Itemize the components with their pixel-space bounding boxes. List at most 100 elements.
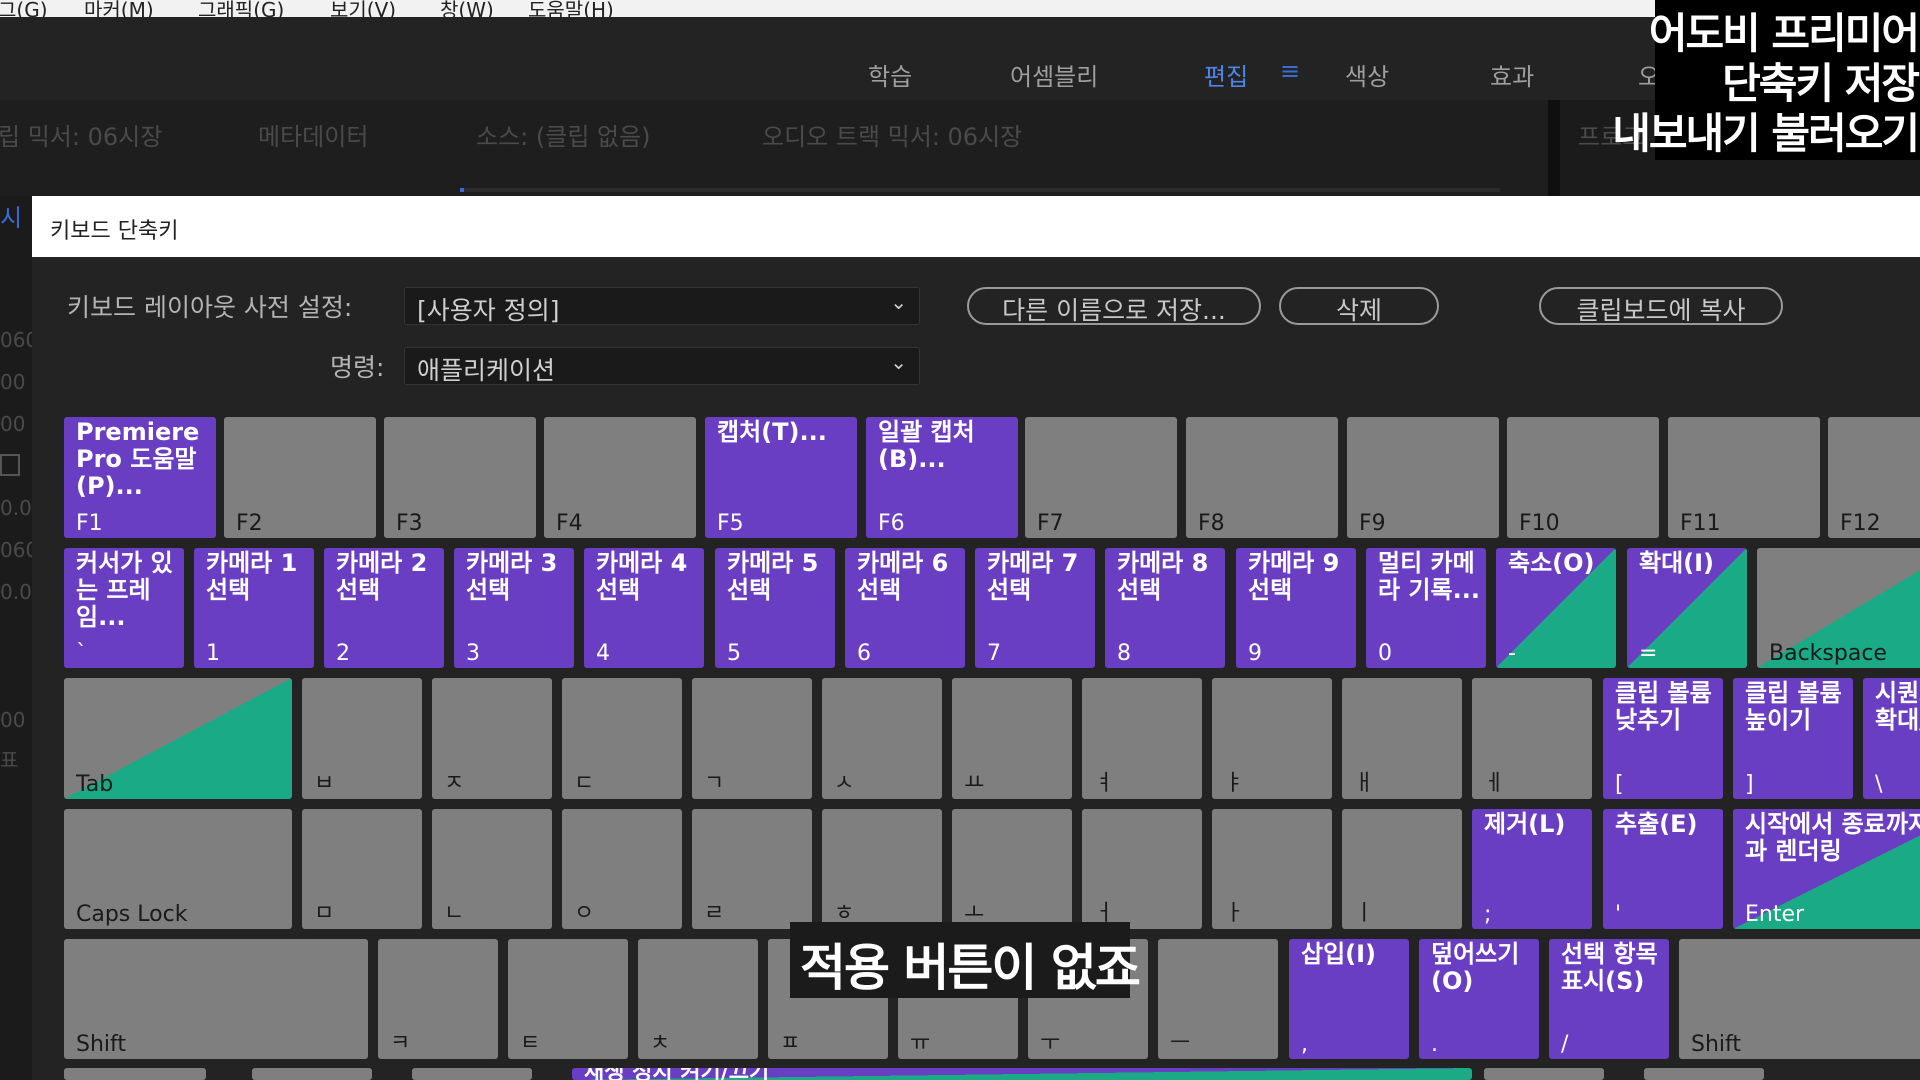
menu-item[interactable]: 그(G) xyxy=(0,0,48,17)
command-select[interactable]: 애플리케이션 ⌄ xyxy=(404,347,920,385)
workspace-tab-effects[interactable]: 효과 xyxy=(1490,57,1534,92)
key-shift-2[interactable]: ㅌ xyxy=(508,939,628,1059)
key-tab-13[interactable]: 시퀀스로 확대/축 \ xyxy=(1863,678,1920,799)
key-function-0[interactable]: Premiere Pro 도움말(P)... F1 xyxy=(64,417,216,538)
menu-item[interactable]: 보기(V) xyxy=(330,0,396,17)
panel-tab-metadata[interactable]: 메타데이터 xyxy=(258,117,368,152)
key-number-1[interactable]: 카메라 1 선택 1 xyxy=(194,548,314,668)
key-number-6[interactable]: 카메라 6 선택 6 xyxy=(845,548,965,668)
key-shift-1[interactable]: ㅋ xyxy=(378,939,498,1059)
key-tab-6[interactable]: ㅛ xyxy=(952,678,1072,799)
key-caps-0[interactable]: Caps Lock xyxy=(64,809,292,929)
key-label: ㅐ xyxy=(1354,771,1375,796)
key-number-3[interactable]: 카메라 3 선택 3 xyxy=(454,548,574,668)
key-number-9[interactable]: 카메라 9 선택 9 xyxy=(1236,548,1356,668)
key-function-7[interactable]: F8 xyxy=(1186,417,1338,538)
panel-tab-audio-clip-mixer[interactable]: 립 믹서: 06시장 xyxy=(0,117,162,152)
key-tab-7[interactable]: ㅕ xyxy=(1082,678,1202,799)
key-function-4[interactable]: 캡처(T)... F5 xyxy=(705,417,857,538)
key-caps-10[interactable]: 제거(L); xyxy=(1472,809,1592,929)
key-tab-3[interactable]: ㄷ xyxy=(562,678,682,799)
key-alt-right[interactable] xyxy=(1484,1068,1604,1080)
key-caps-11[interactable]: 추출(E) ' xyxy=(1603,809,1723,929)
key-number-0[interactable]: 커서가 있는 프레임... ` xyxy=(64,548,184,668)
panel-tab-audio-track-mixer[interactable]: 오디오 트랙 믹서: 06시장 xyxy=(762,117,1022,152)
key-win[interactable] xyxy=(252,1068,372,1080)
copy-to-clipboard-button[interactable]: 클립보드에 복사 xyxy=(1539,287,1783,325)
key-number-4[interactable]: 카메라 4 선택 4 xyxy=(584,548,704,668)
key-tab-8[interactable]: ㅑ xyxy=(1212,678,1332,799)
key-function-6[interactable]: F7 xyxy=(1025,417,1177,538)
key-label: ㅇ xyxy=(574,901,595,926)
key-shift-3[interactable]: ㅊ xyxy=(638,939,758,1059)
workspace-menu-icon[interactable]: ≡ xyxy=(1280,57,1300,85)
key-tab-10[interactable]: ㅔ xyxy=(1472,678,1592,799)
key-number-8[interactable]: 카메라 8 선택 8 xyxy=(1105,548,1225,668)
key-shift-8[interactable]: 삽입(I), xyxy=(1289,939,1409,1059)
layout-preset-select[interactable]: [사용자 정의] ⌄ xyxy=(404,287,920,325)
key-function-11[interactable]: F12 xyxy=(1828,417,1920,538)
delete-button[interactable]: 삭제 xyxy=(1279,287,1439,325)
save-as-button[interactable]: 다른 이름으로 저장... xyxy=(967,287,1261,325)
menu-item[interactable]: 도움말(H) xyxy=(528,0,614,17)
key-number-13[interactable]: Backspace xyxy=(1757,548,1920,668)
key-number-5[interactable]: 카메라 5 선택 5 xyxy=(715,548,835,668)
key-label: ㄷ xyxy=(574,771,595,796)
key-caps-2[interactable]: ㄴ xyxy=(432,809,552,929)
panel-tab-source[interactable]: 소스: (클립 없음) xyxy=(476,117,651,152)
key-number-12[interactable]: 확대(I) = xyxy=(1627,548,1747,668)
key-function-5[interactable]: 일괄 캡처(B)... F6 xyxy=(866,417,1018,538)
key-caps-7[interactable]: ㅓ xyxy=(1082,809,1202,929)
key-function-9[interactable]: F10 xyxy=(1507,417,1659,538)
key-tab-1[interactable]: ㅂ xyxy=(302,678,422,799)
key-number-11[interactable]: 축소(O) - xyxy=(1496,548,1616,668)
workspace-tab-color[interactable]: 색상 xyxy=(1345,57,1389,92)
key-tab-0[interactable]: Tab xyxy=(64,678,292,799)
key-menu[interactable] xyxy=(1644,1068,1764,1080)
menu-item[interactable]: 그래픽(G) xyxy=(198,0,284,17)
key-caps-8[interactable]: ㅏ xyxy=(1212,809,1332,929)
key-shift-0[interactable]: Shift xyxy=(64,939,368,1059)
key-label: Enter xyxy=(1745,902,1805,927)
key-ctrl[interactable] xyxy=(64,1068,206,1080)
key-number-10[interactable]: 멀티 카메라 기록... 0 xyxy=(1366,548,1486,668)
key-function-10[interactable]: F11 xyxy=(1668,417,1820,538)
key-caps-6[interactable]: ㅗ xyxy=(952,809,1072,929)
key-caps-12[interactable]: 시작에서 종료까지 효과 렌더링 Enter xyxy=(1733,809,1920,929)
key-tab-12[interactable]: 클립 볼륨 높이기] xyxy=(1733,678,1853,799)
key-tab-5[interactable]: ㅅ xyxy=(822,678,942,799)
key-function-3[interactable]: F4 xyxy=(544,417,696,538)
key-tab-11[interactable]: 클립 볼륨 낮추기 [ xyxy=(1603,678,1723,799)
key-caps-1[interactable]: ㅁ xyxy=(302,809,422,929)
workspace-tab-learn[interactable]: 학습 xyxy=(868,57,912,92)
key-number-7[interactable]: 카메라 7 선택 7 xyxy=(975,548,1095,668)
key-label: . xyxy=(1431,1032,1438,1057)
key-tab-9[interactable]: ㅐ xyxy=(1342,678,1462,799)
key-shift-10[interactable]: 선택 항목 표시(S) / xyxy=(1549,939,1669,1059)
key-shift-11[interactable]: Shift xyxy=(1679,939,1920,1059)
key-alt[interactable] xyxy=(412,1068,532,1080)
key-space[interactable]: 재생 정지 켜기/끄기 xyxy=(572,1068,1472,1080)
menu-item[interactable]: 마커(M) xyxy=(84,0,154,17)
key-label: ㅡ xyxy=(1170,1031,1191,1056)
key-caps-5[interactable]: ㅎ xyxy=(822,809,942,929)
key-caps-3[interactable]: ㅇ xyxy=(562,809,682,929)
key-caps-4[interactable]: ㄹ xyxy=(692,809,812,929)
key-function-8[interactable]: F9 xyxy=(1347,417,1499,538)
menu-item[interactable]: 창(W) xyxy=(440,0,494,17)
workspace-tab-editing[interactable]: 편집 xyxy=(1204,57,1248,92)
key-shift-7[interactable]: ㅡ xyxy=(1158,939,1278,1059)
workspace-tab-assembly[interactable]: 어셈블리 xyxy=(1010,57,1098,92)
key-command: 카메라 8 선택 xyxy=(1117,549,1209,604)
key-caps-9[interactable]: ㅣ xyxy=(1342,809,1462,929)
key-label: F5 xyxy=(717,511,744,536)
key-function-2[interactable]: F3 xyxy=(384,417,536,538)
key-shift-9[interactable]: 덮어쓰기(O). xyxy=(1419,939,1539,1059)
key-tab-4[interactable]: ㄱ xyxy=(692,678,812,799)
key-tab-2[interactable]: ㅈ xyxy=(432,678,552,799)
title-line-3: 내보내기 불러오기 xyxy=(1612,109,1920,158)
checkbox-icon[interactable] xyxy=(0,454,20,476)
key-number-2[interactable]: 카메라 2 선택 2 xyxy=(324,548,444,668)
key-function-1[interactable]: F2 xyxy=(224,417,376,538)
dialog-titlebar[interactable]: 키보드 단축키 xyxy=(32,196,1920,257)
